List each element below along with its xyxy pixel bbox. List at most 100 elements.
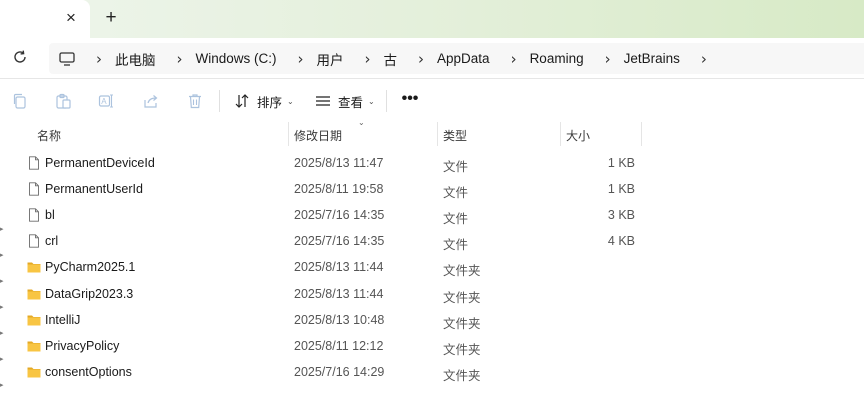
column-header-name[interactable]: 名称 bbox=[37, 127, 61, 144]
expand-arrow-icon[interactable]: ▸ bbox=[0, 355, 6, 363]
file-name: bl bbox=[45, 208, 55, 222]
file-modified-date: 2025/8/13 11:47 bbox=[294, 156, 384, 170]
file-name: crl bbox=[45, 234, 59, 248]
breadcrumb-separator[interactable]: › bbox=[168, 50, 192, 68]
command-bar: A 排序 ⌄ 查看 ⌄ ••• bbox=[0, 80, 864, 122]
file-modified-date: 2025/7/16 14:35 bbox=[294, 208, 385, 222]
tab-bar: × + bbox=[0, 0, 864, 38]
toolbar-divider bbox=[219, 90, 220, 112]
file-modified-date: 2025/8/13 11:44 bbox=[294, 260, 384, 274]
view-button[interactable]: 查看 ⌄ bbox=[315, 91, 375, 111]
more-options-button[interactable]: ••• bbox=[400, 91, 420, 111]
file-name: PrivacyPolicy bbox=[45, 339, 120, 353]
column-divider[interactable] bbox=[437, 122, 438, 146]
folder-icon bbox=[27, 339, 41, 353]
address-row: › 此电脑 › Windows (C:) › 用户 › 古 › AppData … bbox=[0, 38, 864, 79]
file-row[interactable]: IntelliJ 2025/8/13 10:48 文件夹 bbox=[0, 307, 864, 333]
expand-arrow-icon[interactable]: ▸ bbox=[0, 277, 6, 285]
paste-icon[interactable] bbox=[55, 93, 71, 109]
file-size: 3 KB bbox=[607, 208, 635, 222]
file-size: 1 KB bbox=[607, 182, 635, 196]
file-row[interactable]: consentOptions 2025/7/16 14:29 文件夹 bbox=[0, 359, 864, 385]
folder-icon bbox=[27, 365, 41, 379]
breadcrumb-item-user[interactable]: 古 bbox=[380, 49, 410, 69]
file-name: PyCharm2025.1 bbox=[45, 260, 136, 274]
toolbar-divider bbox=[386, 90, 387, 112]
file-type: 文件 bbox=[443, 160, 469, 174]
file-row[interactable]: bl 2025/7/16 14:35 文件 3 KB bbox=[0, 202, 864, 228]
breadcrumb-item-jetbrains[interactable]: JetBrains bbox=[620, 51, 692, 66]
expand-arrow-icon[interactable]: ▸ bbox=[0, 381, 6, 389]
breadcrumb-separator[interactable]: › bbox=[409, 50, 433, 68]
breadcrumb[interactable]: › 此电脑 › Windows (C:) › 用户 › 古 › AppData … bbox=[49, 43, 864, 74]
file-name: consentOptions bbox=[45, 365, 132, 379]
file-row[interactable]: PrivacyPolicy 2025/8/11 12:12 文件夹 bbox=[0, 333, 864, 359]
file-icon bbox=[27, 156, 41, 170]
file-type: 文件 bbox=[443, 212, 469, 226]
sort-indicator-icon: ⌄ bbox=[358, 118, 365, 127]
column-divider[interactable] bbox=[288, 122, 289, 146]
close-tab-button[interactable]: × bbox=[62, 9, 80, 27]
refresh-icon bbox=[14, 50, 26, 63]
copy-icon[interactable] bbox=[12, 93, 28, 109]
file-row[interactable]: PermanentUserId 2025/8/11 19:58 文件 1 KB bbox=[0, 176, 864, 202]
chevron-down-icon: ⌄ bbox=[287, 96, 294, 106]
breadcrumb-item-roaming[interactable]: Roaming bbox=[526, 51, 596, 66]
file-row[interactable]: PermanentDeviceId 2025/8/13 11:47 文件 1 KB bbox=[0, 150, 864, 176]
breadcrumb-separator[interactable]: › bbox=[502, 50, 526, 68]
file-type: 文件夹 bbox=[443, 264, 481, 278]
file-size: 1 KB bbox=[607, 156, 635, 170]
breadcrumb-separator[interactable]: › bbox=[596, 50, 620, 68]
this-pc-icon[interactable] bbox=[59, 51, 75, 66]
breadcrumb-item-drive-c[interactable]: Windows (C:) bbox=[192, 51, 289, 66]
file-modified-date: 2025/8/11 12:12 bbox=[294, 339, 384, 353]
breadcrumb-separator[interactable]: › bbox=[87, 50, 111, 68]
share-icon[interactable] bbox=[143, 93, 159, 109]
expand-arrow-icon[interactable]: ▸ bbox=[0, 329, 6, 337]
file-type: 文件夹 bbox=[443, 291, 481, 305]
file-name: DataGrip2023.3 bbox=[45, 287, 134, 301]
view-label: 查看 bbox=[338, 95, 364, 110]
file-modified-date: 2025/8/13 10:48 bbox=[294, 313, 385, 327]
file-name: IntelliJ bbox=[45, 313, 81, 327]
file-name: PermanentUserId bbox=[45, 182, 143, 196]
column-header-row: ⌄ 名称 修改日期 类型 大小 bbox=[0, 118, 864, 146]
file-name: PermanentDeviceId bbox=[45, 156, 155, 170]
folder-icon bbox=[27, 260, 41, 274]
breadcrumb-separator[interactable]: › bbox=[289, 50, 313, 68]
file-row[interactable]: PyCharm2025.1 2025/8/13 11:44 文件夹 bbox=[0, 254, 864, 280]
column-header-size[interactable]: 大小 bbox=[566, 127, 590, 144]
folder-icon bbox=[27, 287, 41, 301]
expand-arrow-icon[interactable]: ▸ bbox=[0, 251, 6, 259]
expand-arrow-icon[interactable]: ▸ bbox=[0, 303, 6, 311]
breadcrumb-item-users[interactable]: 用户 bbox=[313, 49, 356, 69]
column-divider[interactable] bbox=[560, 122, 561, 146]
breadcrumb-separator[interactable]: › bbox=[356, 50, 380, 68]
breadcrumb-separator[interactable]: › bbox=[692, 50, 716, 68]
column-header-date[interactable]: 修改日期 bbox=[294, 127, 342, 144]
expand-arrow-icon[interactable]: ▸ bbox=[0, 225, 6, 233]
file-modified-date: 2025/8/11 19:58 bbox=[294, 182, 384, 196]
sort-button[interactable]: 排序 ⌄ bbox=[234, 91, 294, 111]
file-type: 文件 bbox=[443, 186, 469, 200]
svg-text:A: A bbox=[101, 97, 107, 106]
file-type: 文件夹 bbox=[443, 317, 481, 331]
new-tab-button[interactable]: + bbox=[102, 8, 120, 27]
file-modified-date: 2025/8/13 11:44 bbox=[294, 287, 384, 301]
file-row[interactable]: crl 2025/7/16 14:35 文件 4 KB bbox=[0, 228, 864, 254]
column-divider[interactable] bbox=[641, 122, 642, 146]
sort-icon bbox=[235, 94, 249, 108]
view-list-icon bbox=[316, 96, 330, 106]
refresh-button[interactable] bbox=[11, 48, 29, 66]
file-type: 文件 bbox=[443, 238, 469, 252]
sort-label: 排序 bbox=[257, 95, 283, 110]
rename-icon[interactable]: A bbox=[98, 93, 114, 109]
folder-icon bbox=[27, 313, 41, 327]
breadcrumb-item-appdata[interactable]: AppData bbox=[433, 51, 502, 66]
active-tab[interactable]: × bbox=[0, 0, 90, 38]
file-row[interactable]: DataGrip2023.3 2025/8/13 11:44 文件夹 bbox=[0, 281, 864, 307]
file-icon bbox=[27, 234, 41, 248]
breadcrumb-item-this-pc[interactable]: 此电脑 bbox=[111, 49, 168, 69]
delete-icon[interactable] bbox=[187, 93, 203, 109]
column-header-type[interactable]: 类型 bbox=[443, 127, 467, 144]
